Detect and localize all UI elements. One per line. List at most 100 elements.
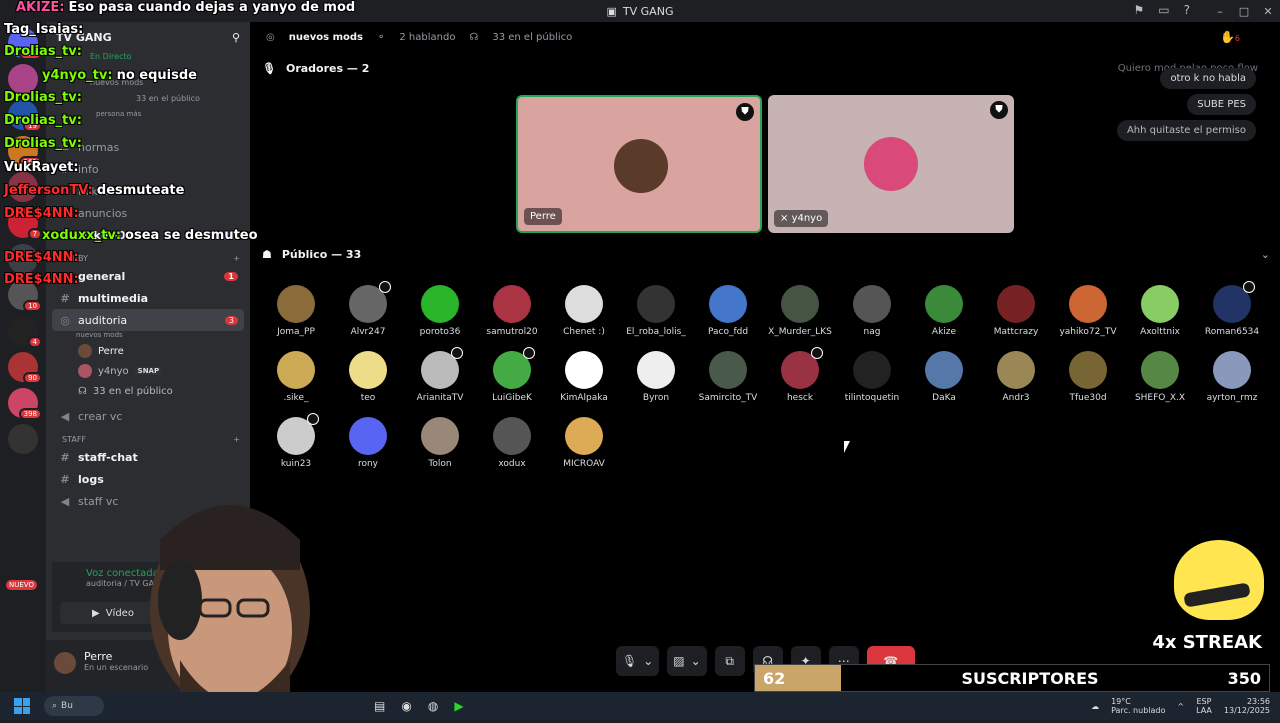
server-icon[interactable]: [8, 244, 38, 274]
channel-ticket-0184[interactable]: # ticket-0184 NUEVO: [52, 224, 244, 246]
audience-member[interactable]: tilintoquetin: [836, 351, 908, 403]
audience-member[interactable]: Axolttnix: [1124, 285, 1196, 337]
steam-icon[interactable]: ◍: [428, 699, 438, 713]
audience-member[interactable]: xodux: [476, 417, 548, 469]
audience-member[interactable]: Andr3: [980, 351, 1052, 403]
audience-member[interactable]: SHEFO_X.X: [1124, 351, 1196, 403]
audience-member[interactable]: samutrol20: [476, 285, 548, 337]
close-window-button[interactable]: ✕: [1256, 5, 1280, 18]
chevron-up-icon[interactable]: ^: [1177, 702, 1184, 711]
camera-button[interactable]: ▨ ⌄: [667, 646, 707, 676]
audience-member[interactable]: teo: [332, 351, 404, 403]
audience-member[interactable]: rony: [332, 417, 404, 469]
clock-time: 23:56: [1246, 697, 1270, 706]
server-icon[interactable]: [8, 64, 38, 94]
speaker-tile-perre[interactable]: ⛊ Perre: [516, 95, 762, 233]
channel-info[interactable]: # info: [52, 158, 244, 180]
server-icon[interactable]: 398: [8, 388, 42, 420]
audience-member[interactable]: nag: [836, 285, 908, 337]
server-icon[interactable]: 4: [8, 316, 42, 348]
category-lobby[interactable]: LOBBY +: [46, 246, 250, 265]
voice-user-perre[interactable]: Perre: [46, 341, 250, 361]
audience-member[interactable]: LuiGibeK: [476, 347, 548, 403]
minimize-button[interactable]: –: [1208, 5, 1232, 18]
speaker-tile-y4nyo[interactable]: ⛊ ⨯ y4nyo: [768, 95, 1014, 233]
channel-crear-vc[interactable]: ◀ crear vc: [52, 405, 244, 427]
server-icon[interactable]: 90: [8, 352, 42, 384]
hash-icon: #: [60, 450, 70, 464]
add-member-icon[interactable]: ⚲: [232, 31, 240, 44]
chrome-icon[interactable]: ◉: [401, 699, 411, 713]
weather-icon[interactable]: ☁: [1091, 702, 1099, 711]
server-icon[interactable]: 211: [8, 28, 42, 60]
channel-general[interactable]: # general 1: [52, 265, 244, 287]
audience-member[interactable]: Joma_PP: [260, 285, 332, 337]
audience-name: .sike_: [283, 393, 309, 403]
audience-member[interactable]: Chenet :): [548, 285, 620, 337]
avatar: [78, 364, 92, 378]
inbox-icon[interactable]: ⚑: [1134, 3, 1145, 17]
help-icon[interactable]: ?: [1184, 3, 1190, 17]
audience-member[interactable]: X_Murder_LKS: [764, 285, 836, 337]
taskbar-search[interactable]: ⌕ Bu: [44, 696, 104, 716]
server-icon[interactable]: 7: [8, 208, 42, 240]
audience-member[interactable]: Mattcrazy: [980, 285, 1052, 337]
raise-hand-icon[interactable]: ✋6: [1220, 30, 1240, 44]
server-icon[interactable]: 161: [8, 136, 42, 168]
audience-member[interactable]: poroto36: [404, 285, 476, 337]
add-channel-icon[interactable]: +: [233, 254, 240, 263]
audience-member[interactable]: hesck: [764, 347, 836, 403]
audience-member[interactable]: DaKa: [908, 351, 980, 403]
screen-icon[interactable]: ▭: [1158, 3, 1169, 17]
weather[interactable]: 19°C Parc. nublado: [1111, 697, 1165, 715]
audience-name: Axolttnix: [1140, 327, 1180, 337]
audience-member[interactable]: Alvr247: [332, 281, 404, 337]
audience-member[interactable]: yahiko72_TV: [1052, 285, 1124, 337]
channel-staff-chat[interactable]: # staff-chat: [52, 446, 244, 468]
server-icon[interactable]: 10: [8, 280, 42, 312]
audience-name: Andr3: [1002, 393, 1030, 403]
audience-count[interactable]: ☊ 33 en el público: [46, 381, 250, 401]
clock[interactable]: 23:56 13/12/2025: [1224, 697, 1270, 715]
server-header[interactable]: TV GANG ⚲: [46, 22, 250, 52]
chevron-down-icon: ⌄: [643, 654, 654, 668]
audience-member[interactable]: El_roba_lolis_: [620, 285, 692, 337]
category-staff[interactable]: STAFF +: [46, 427, 250, 446]
audience-member[interactable]: Roman6534: [1196, 281, 1268, 337]
channel-anuncios[interactable]: ◁ anuncios: [52, 202, 244, 224]
system-tray: ☁ 19°C Parc. nublado ^ ESP LAA 23:56 13/12/…: [1091, 692, 1270, 720]
server-icon[interactable]: 19: [8, 100, 42, 132]
channel-ticket[interactable]: # ticket: [52, 180, 244, 202]
audience-member[interactable]: .sike_: [260, 351, 332, 403]
audience-member[interactable]: Tfue30d: [1052, 351, 1124, 403]
audience-member[interactable]: Akize: [908, 285, 980, 337]
audience-member[interactable]: KimAlpaka: [548, 351, 620, 403]
audience-member[interactable]: Byron: [620, 351, 692, 403]
server-icon[interactable]: [8, 424, 38, 454]
channel-multimedia[interactable]: # multimedia: [52, 287, 244, 309]
channel-auditoria[interactable]: ◎ auditoria 3: [52, 309, 244, 331]
audience-member[interactable]: ArianitaTV: [404, 347, 476, 403]
channel-label: multimedia: [78, 291, 149, 305]
language-indicator[interactable]: ESP LAA: [1196, 697, 1212, 715]
server-icon[interactable]: [8, 172, 38, 202]
channel-label: ticket: [78, 184, 109, 198]
audience-member[interactable]: kuin23: [260, 413, 332, 469]
screen-share-button[interactable]: ⧉: [714, 646, 745, 676]
audience-member[interactable]: Paco_fdd: [692, 285, 764, 337]
audience-member[interactable]: MICROAV: [548, 417, 620, 469]
audience-name: Joma_PP: [277, 327, 315, 337]
audience-member[interactable]: Samircito_TV: [692, 351, 764, 403]
channel-normas[interactable]: ≡ normas: [52, 136, 244, 158]
mute-button[interactable]: 🎙 ⌄: [616, 646, 660, 676]
add-channel-icon[interactable]: +: [233, 435, 240, 444]
windows-start-icon[interactable]: [14, 698, 30, 714]
audience-member[interactable]: Tolon: [404, 417, 476, 469]
voice-user-y4nyo[interactable]: y4nyo SNAP: [46, 361, 250, 381]
chat-message: Ahh quitaste el permiso: [1116, 120, 1256, 141]
collapse-chevron-icon[interactable]: ⌄: [1261, 248, 1270, 261]
maximize-button[interactable]: □: [1232, 5, 1256, 18]
app-icon[interactable]: ▤: [374, 699, 385, 713]
app-icon[interactable]: ▶: [454, 699, 463, 713]
audience-member[interactable]: ayrton_rmz: [1196, 351, 1268, 403]
